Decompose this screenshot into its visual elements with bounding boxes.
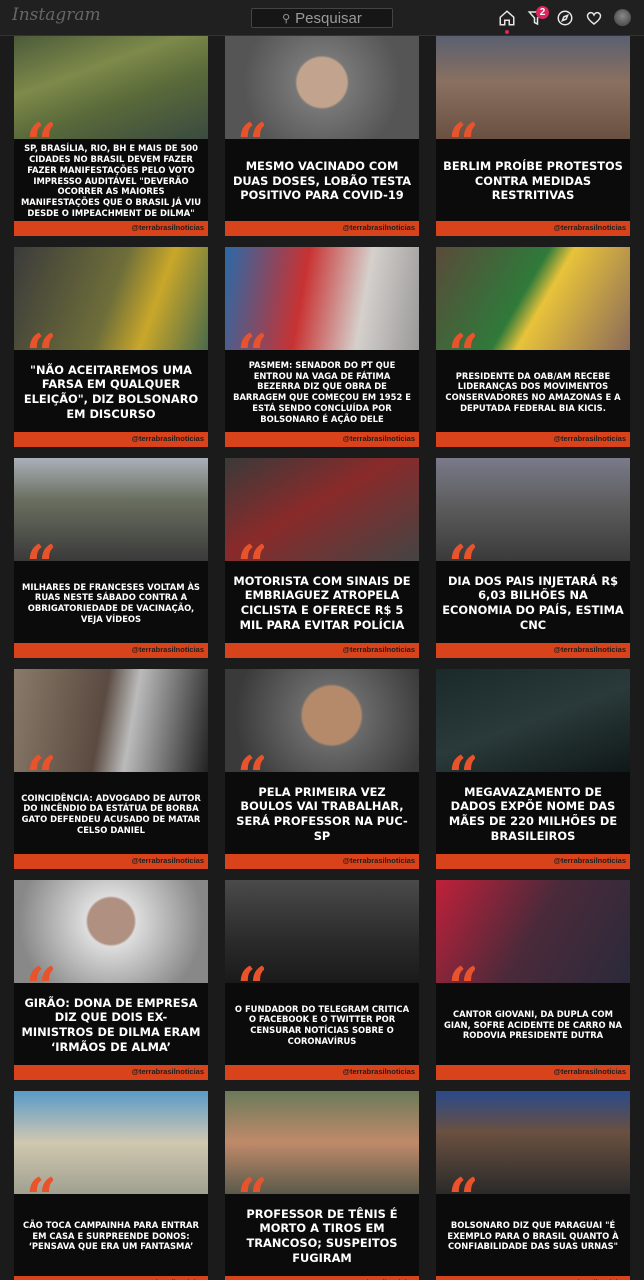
post-tile[interactable]: “SP, Brasília, Rio, BH e mais de 500 cid… — [14, 36, 208, 236]
post-headline: O fundador do Telegram critica o Faceboo… — [234, 1003, 410, 1046]
post-handle: @terrabrasilnoticias — [553, 1067, 626, 1076]
instagram-logo[interactable]: Instagram — [12, 5, 101, 25]
active-indicator — [505, 30, 509, 34]
post-footer-bar: @terrabrasilnoticias — [436, 1276, 630, 1280]
explore-icon[interactable] — [556, 9, 574, 27]
post-tile[interactable]: “Cantor Giovani, da dupla com Gian, sofr… — [436, 880, 630, 1080]
post-headline: SP, Brasília, Rio, BH e mais de 500 cida… — [20, 143, 202, 218]
post-tile[interactable]: “Megavazamento de dados expõe nome das m… — [436, 669, 630, 869]
post-headline: Milhares de franceses voltam às ruas nes… — [22, 581, 200, 624]
post-headline: Megavazamento de dados expõe nome das mã… — [448, 784, 618, 843]
post-footer-bar: @terrabrasilnoticias — [14, 854, 208, 869]
search-placeholder: Pesquisar — [295, 9, 362, 27]
post-footer-bar: @terrabrasilnoticias — [225, 221, 419, 236]
post-tile[interactable]: “Professor de tênis é morto a tiros em T… — [225, 1091, 419, 1280]
post-footer-bar: @terrabrasilnoticias — [14, 1065, 208, 1080]
post-handle: @terrabrasilnoticias — [131, 223, 204, 232]
post-handle: @terrabrasilnoticias — [342, 856, 415, 865]
post-handle: @terrabrasilnoticias — [342, 645, 415, 654]
post-handle: @terrabrasilnoticias — [553, 223, 626, 232]
post-tile[interactable]: “"Não aceitaremos uma farsa em qualquer … — [14, 247, 208, 447]
post-headline: "Não aceitaremos uma farsa em qualquer e… — [23, 362, 199, 421]
post-footer-bar: @terrabrasilnoticias — [14, 221, 208, 236]
post-tile[interactable]: “Girão: Dona de empresa diz que dois ex-… — [14, 880, 208, 1080]
post-footer-bar: @terrabrasilnoticias — [14, 1276, 208, 1280]
post-headline: Motorista com sinais de embriaguez atrop… — [233, 573, 411, 632]
post-handle: @terrabrasilnoticias — [131, 434, 204, 443]
post-tile[interactable]: “Pela primeira vez Boulos vai trabalhar,… — [225, 669, 419, 869]
post-handle: @terrabrasilnoticias — [553, 645, 626, 654]
post-footer-bar: @terrabrasilnoticias — [225, 1276, 419, 1280]
post-headline: Mesmo vacinado com duas doses, Lobão tes… — [232, 159, 412, 203]
top-navigation-bar: Instagram ⚲ Pesquisar 2 — [0, 0, 644, 36]
post-handle: @terrabrasilnoticias — [131, 856, 204, 865]
post-footer-bar: @terrabrasilnoticias — [225, 432, 419, 447]
search-box[interactable]: ⚲ Pesquisar — [251, 8, 393, 28]
post-tile[interactable]: “Cão toca campainha para entrar em casa … — [14, 1091, 208, 1280]
post-tile[interactable]: “Motorista com sinais de embriaguez atro… — [225, 458, 419, 658]
post-handle: @terrabrasilnoticias — [131, 1067, 204, 1076]
post-headline: Girão: Dona de empresa diz que dois ex-m… — [21, 995, 201, 1054]
post-footer-bar: @terrabrasilnoticias — [225, 1065, 419, 1080]
post-headline: Presidente da OAB/AM recebe lideranças d… — [445, 370, 621, 413]
post-tile[interactable]: “Pasmem: Senador do PT que entrou na vag… — [225, 247, 419, 447]
post-tile[interactable]: “Coincidência: Advogado de autor do incê… — [14, 669, 208, 869]
post-footer-bar: @terrabrasilnoticias — [436, 643, 630, 658]
post-headline: Pasmem: Senador do PT que entrou na vaga… — [233, 359, 411, 424]
post-tile[interactable]: “Milhares de franceses voltam às ruas ne… — [14, 458, 208, 658]
post-headline: Cão toca campainha para entrar em casa e… — [23, 1219, 199, 1252]
post-footer-bar: @terrabrasilnoticias — [14, 432, 208, 447]
post-tile[interactable]: “Dia dos Pais injetará R$ 6,03 bilhões n… — [436, 458, 630, 658]
post-headline: Bolsonaro diz que Paraguai "é exemplo pa… — [447, 1219, 619, 1252]
heart-icon[interactable] — [585, 9, 603, 27]
post-handle: @terrabrasilnoticias — [553, 434, 626, 443]
post-footer-bar: @terrabrasilnoticias — [436, 854, 630, 869]
post-footer-bar: @terrabrasilnoticias — [436, 1065, 630, 1080]
post-headline: Cantor Giovani, da dupla com Gian, sofre… — [444, 1008, 622, 1041]
post-tile[interactable]: “Mesmo vacinado com duas doses, Lobão te… — [225, 36, 419, 236]
post-headline: Berlim proíbe protestos contra medidas r… — [443, 159, 623, 203]
post-headline: Coincidência: Advogado de autor do incên… — [21, 792, 201, 835]
post-tile[interactable]: “Bolsonaro diz que Paraguai "é exemplo p… — [436, 1091, 630, 1280]
post-handle: @terrabrasilnoticias — [553, 856, 626, 865]
post-headline: Professor de tênis é morto a tiros em Tr… — [246, 1206, 398, 1265]
post-handle: @terrabrasilnoticias — [342, 434, 415, 443]
post-footer-bar: @terrabrasilnoticias — [436, 221, 630, 236]
post-footer-bar: @terrabrasilnoticias — [14, 643, 208, 658]
post-footer-bar: @terrabrasilnoticias — [436, 432, 630, 447]
post-handle: @terrabrasilnoticias — [342, 223, 415, 232]
post-tile[interactable]: “O fundador do Telegram critica o Facebo… — [225, 880, 419, 1080]
post-footer-bar: @terrabrasilnoticias — [225, 854, 419, 869]
post-headline: Dia dos Pais injetará R$ 6,03 bilhões na… — [442, 573, 624, 632]
search-icon: ⚲ — [282, 12, 291, 25]
post-tile[interactable]: “Berlim proíbe protestos contra medidas … — [436, 36, 630, 236]
avatar[interactable] — [614, 9, 631, 26]
home-icon[interactable] — [498, 9, 516, 27]
post-handle: @terrabrasilnoticias — [342, 1067, 415, 1076]
posts-grid: “SP, Brasília, Rio, BH e mais de 500 cid… — [14, 36, 630, 1280]
post-tile[interactable]: “Presidente da OAB/AM recebe lideranças … — [436, 247, 630, 447]
post-handle: @terrabrasilnoticias — [131, 645, 204, 654]
post-headline: Pela primeira vez Boulos vai trabalhar, … — [236, 784, 408, 843]
notification-badge: 2 — [536, 6, 549, 19]
post-footer-bar: @terrabrasilnoticias — [225, 643, 419, 658]
